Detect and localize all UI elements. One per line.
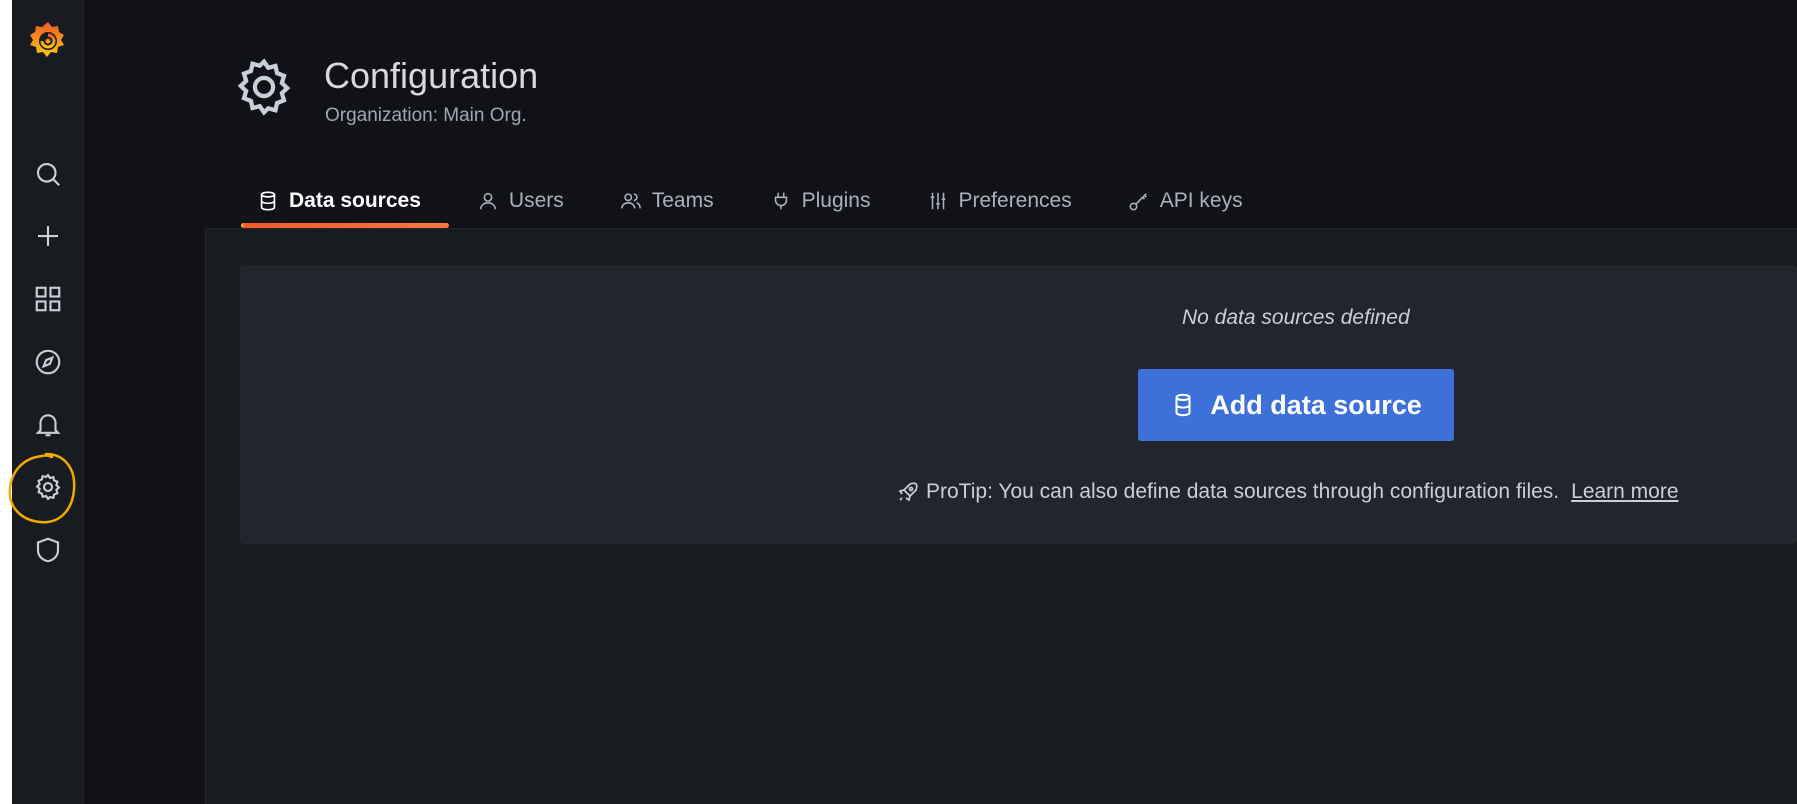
compass-icon[interactable] xyxy=(28,342,68,382)
add-data-source-label: Add data source xyxy=(1210,389,1422,420)
app-frame: Configuration Organization: Main Org. Da… xyxy=(8,0,1797,804)
tab-data-sources[interactable]: Data sources xyxy=(229,176,449,228)
plug-icon xyxy=(774,192,787,210)
learn-more-link[interactable]: Learn more xyxy=(1571,480,1678,504)
users-icon xyxy=(620,193,641,209)
empty-state-message: No data sources defined xyxy=(1182,306,1410,329)
protip-text: ProTip: You can also define data sources… xyxy=(926,480,1560,503)
tab-label: Preferences xyxy=(958,189,1072,212)
tab-teams[interactable]: Teams xyxy=(592,176,742,226)
rocket-icon xyxy=(898,482,918,502)
plus-icon[interactable] xyxy=(28,216,68,256)
dashboards-grid-icon[interactable] xyxy=(28,279,68,319)
tab-bar: Data sources Users Teams Plugins Prefere… xyxy=(229,176,1271,228)
sliders-icon xyxy=(930,192,945,210)
shield-icon[interactable] xyxy=(28,530,68,570)
user-icon xyxy=(479,192,497,210)
gear-icon xyxy=(237,58,291,116)
tab-label: Plugins xyxy=(801,189,871,212)
tab-preferences[interactable]: Preferences xyxy=(899,176,1100,226)
add-data-source-button[interactable]: Add data source xyxy=(1138,369,1454,441)
tab-label: Data sources xyxy=(289,189,421,212)
search-icon[interactable] xyxy=(28,154,68,194)
gear-icon[interactable] xyxy=(28,467,68,507)
sidebar xyxy=(8,0,84,804)
tab-label: Users xyxy=(508,189,564,212)
tab-label: Teams xyxy=(651,189,714,212)
database-icon xyxy=(260,191,276,211)
tab-api-keys[interactable]: API keys xyxy=(1100,176,1271,226)
grafana-logo-icon[interactable] xyxy=(26,18,70,62)
page-title: Configuration xyxy=(324,55,539,96)
bell-icon[interactable] xyxy=(28,404,68,444)
database-icon xyxy=(1175,393,1191,417)
page-subtitle: Organization: Main Org. xyxy=(325,105,527,126)
tab-label: API keys xyxy=(1159,189,1243,212)
protip: ProTip: You can also define data sources… xyxy=(896,480,1679,504)
key-icon xyxy=(1129,193,1147,211)
tab-users[interactable]: Users xyxy=(449,176,592,226)
tab-plugins[interactable]: Plugins xyxy=(742,176,899,226)
